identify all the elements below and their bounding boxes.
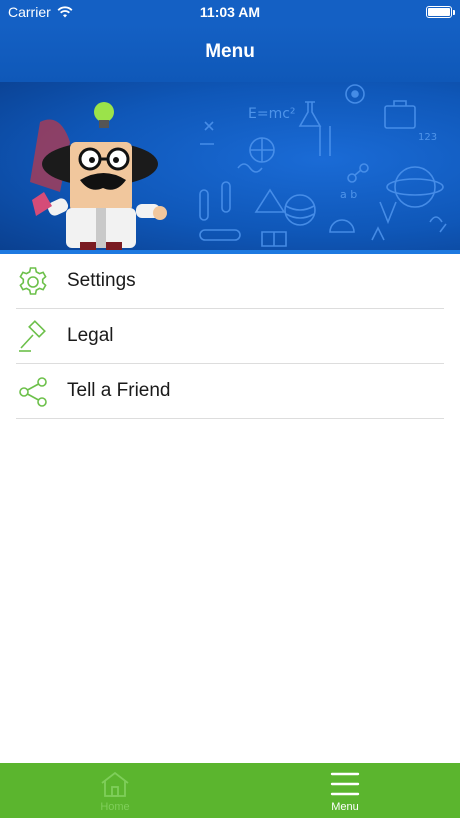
svg-text:123: 123 bbox=[418, 132, 437, 143]
tab-home[interactable]: Home bbox=[0, 763, 230, 818]
status-time: 11:03 AM bbox=[199, 4, 261, 20]
tab-label: Home bbox=[100, 801, 130, 813]
home-icon bbox=[101, 771, 129, 797]
share-icon bbox=[19, 377, 47, 407]
menu-item-legal[interactable]: Legal bbox=[0, 309, 460, 364]
menu-list: Settings Legal Tell a Friend bbox=[0, 254, 460, 419]
menu-item-settings[interactable]: Settings bbox=[0, 254, 460, 309]
divider bbox=[16, 418, 444, 419]
tab-menu[interactable]: Menu bbox=[230, 763, 460, 818]
gear-icon bbox=[19, 267, 47, 295]
svg-text:a b: a b bbox=[340, 188, 357, 201]
gavel-icon bbox=[19, 320, 46, 352]
menu-item-label: Tell a Friend bbox=[67, 380, 171, 401]
hamburger-icon bbox=[330, 772, 360, 796]
navigation-bar: Menu bbox=[0, 24, 460, 82]
menu-item-tell-a-friend[interactable]: Tell a Friend bbox=[0, 364, 460, 419]
status-bar: Carrier 11:03 AM bbox=[0, 0, 460, 24]
formula-text: E=mc² bbox=[248, 106, 296, 122]
battery-icon bbox=[426, 6, 455, 18]
page-title: Menu bbox=[205, 41, 255, 62]
scientist-illustration bbox=[30, 102, 167, 254]
menu-item-label: Legal bbox=[67, 325, 114, 346]
tab-bar: Home Menu bbox=[0, 763, 460, 818]
header-banner: E=mc² a b 123 bbox=[0, 82, 460, 254]
tab-label: Menu bbox=[331, 801, 359, 813]
science-doodles: E=mc² a b 123 bbox=[30, 84, 447, 254]
menu-item-label: Settings bbox=[67, 270, 136, 291]
